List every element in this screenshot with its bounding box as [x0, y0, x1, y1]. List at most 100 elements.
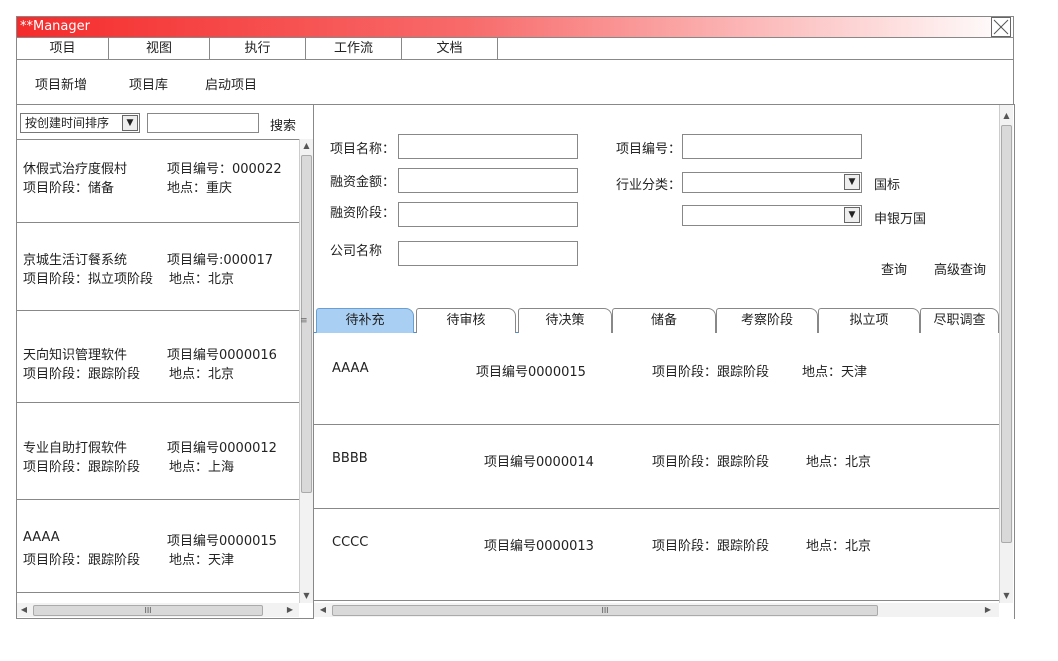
list-item[interactable]: 天向知识管理软件 项目编号0000016 项目阶段：跟踪阶段 地点：北京	[17, 311, 299, 403]
item-location: 地点：重庆	[167, 181, 233, 196]
scroll-down-icon[interactable]: ▼	[300, 589, 313, 603]
menu-project[interactable]: 项目	[17, 38, 109, 59]
menu-document[interactable]: 文档	[402, 38, 498, 59]
tab-to-be-approved[interactable]: 拟立项	[818, 308, 920, 333]
item-code: 项目编号0000012	[167, 441, 277, 456]
sort-select[interactable]: 按创建时间排序 ▼	[20, 113, 140, 133]
item-stage: 项目阶段：跟踪阶段	[23, 460, 141, 475]
item-location: 地点：北京	[169, 272, 235, 287]
sort-select-value: 按创建时间排序	[25, 116, 110, 130]
row-stage: 项目阶段：跟踪阶段	[652, 365, 770, 380]
table-row[interactable]: BBBB 项目编号0000014 项目阶段：跟踪阶段 地点：北京	[314, 425, 999, 509]
scroll-up-icon[interactable]: ▲	[300, 139, 313, 153]
item-location: 地点：北京	[169, 367, 235, 382]
scroll-down-icon[interactable]: ▼	[1000, 589, 1013, 603]
advanced-query-button[interactable]: 高级查询	[934, 259, 986, 278]
project-library-button[interactable]: 项目库	[129, 74, 168, 93]
stage-standard-label: 申银万国	[874, 212, 927, 227]
stage-input[interactable]	[398, 202, 578, 227]
industry-standard-label: 国标	[874, 178, 901, 193]
table-row[interactable]: CCCC 项目编号0000013 项目阶段：跟踪阶段 地点：北京	[314, 509, 999, 601]
search-button[interactable]: 搜索	[270, 115, 296, 134]
row-stage: 项目阶段：跟踪阶段	[652, 455, 770, 470]
row-code: 项目编号0000014	[484, 455, 594, 470]
tab-reserve[interactable]: 储备	[612, 308, 716, 333]
tab-strip: 待补充 待审核 待决策 储备 考察阶段 拟立项 尽职调查	[314, 305, 999, 333]
left-horizontal-scrollbar[interactable]: ◀ III ▶	[17, 603, 299, 617]
row-name: AAAA	[332, 361, 369, 376]
table-row[interactable]: AAAA 项目编号0000015 项目阶段：跟踪阶段 地点：天津	[314, 333, 999, 425]
item-name: 京城生活订餐系统	[23, 253, 128, 268]
splitter-grip-icon[interactable]: ≡	[300, 316, 308, 326]
industry-label: 行业分类：	[616, 178, 682, 193]
scroll-thumb[interactable]	[1001, 125, 1012, 543]
stage-label: 融资阶段：	[330, 206, 396, 221]
project-list-pane: 按创建时间排序 ▼ 搜索 休假式治疗度假村 项目编号：000022 项目阶段：储…	[16, 104, 314, 619]
row-location: 地点：北京	[806, 455, 872, 470]
add-project-button[interactable]: 项目新增	[35, 74, 87, 93]
list-item[interactable]: 京城生活订餐系统 项目编号:000017 项目阶段：拟立项阶段 地点：北京	[17, 223, 299, 311]
menu-view[interactable]: 视图	[109, 38, 210, 59]
tab-pending-decision[interactable]: 待决策	[518, 308, 612, 333]
project-code-label: 项目编号：	[616, 142, 682, 157]
item-name: 天向知识管理软件	[23, 348, 128, 363]
close-icon	[993, 19, 1009, 35]
project-code-input[interactable]	[682, 134, 862, 159]
company-input[interactable]	[398, 241, 578, 266]
item-stage: 项目阶段：储备	[23, 181, 115, 196]
list-item[interactable]: 休假式治疗度假村 项目编号：000022 项目阶段：储备 地点：重庆	[17, 140, 299, 223]
item-stage: 项目阶段：拟立项阶段	[23, 272, 154, 287]
tab-pending-supplement[interactable]: 待补充	[316, 308, 414, 333]
menu-workflow[interactable]: 工作流	[306, 38, 402, 59]
tab-pending-review[interactable]: 待审核	[416, 308, 516, 333]
item-name: 休假式治疗度假村	[23, 162, 128, 177]
list-item[interactable]: AAAA 项目编号0000015 项目阶段：跟踪阶段 地点：天津	[17, 500, 299, 593]
scroll-thumb-horizontal[interactable]: III	[33, 605, 263, 616]
company-label: 公司名称	[330, 244, 383, 259]
list-item[interactable]: 专业自助打假软件 项目编号0000012 项目阶段：跟踪阶段 地点：上海	[17, 403, 299, 500]
left-vertical-scrollbar[interactable]: ▲ ▼	[299, 139, 313, 603]
project-name-input[interactable]	[398, 134, 578, 159]
row-code: 项目编号0000015	[476, 365, 586, 380]
project-name-label: 项目名称：	[330, 142, 396, 157]
tab-due-diligence[interactable]: 尽职调查	[920, 308, 999, 333]
item-code: 项目编号0000016	[167, 348, 277, 363]
item-location: 地点：天津	[169, 553, 235, 568]
industry-select[interactable]: ▼	[682, 172, 862, 193]
scroll-left-icon[interactable]: ◀	[19, 603, 29, 617]
chevron-down-icon[interactable]: ▼	[122, 115, 138, 131]
start-project-button[interactable]: 启动项目	[205, 74, 257, 93]
detail-pane: 项目名称： 项目编号： 融资金额： 行业分类： ▼ 国标 融资阶段： ▼ 申银万…	[314, 104, 1015, 619]
scroll-up-icon[interactable]: ▲	[1000, 109, 1013, 123]
row-location: 地点：北京	[806, 539, 872, 554]
scroll-right-icon[interactable]: ▶	[983, 603, 993, 617]
tab-inspection[interactable]: 考察阶段	[716, 308, 818, 333]
menu-bar: 项目 视图 执行 工作流 文档	[16, 38, 1014, 60]
item-code: 项目编号：000022	[167, 162, 282, 177]
item-name: 专业自助打假软件	[23, 441, 128, 456]
search-input[interactable]	[147, 113, 259, 133]
row-code: 项目编号0000013	[484, 539, 594, 554]
right-horizontal-scrollbar[interactable]: ◀ III ▶	[314, 603, 999, 617]
amount-input[interactable]	[398, 168, 578, 193]
row-stage: 项目阶段：跟踪阶段	[652, 539, 770, 554]
right-vertical-scrollbar[interactable]: ▲ ▼	[999, 105, 1013, 603]
scroll-right-icon[interactable]: ▶	[285, 603, 295, 617]
scroll-thumb-horizontal[interactable]: III	[332, 605, 878, 616]
item-code: 项目编号0000015	[167, 534, 277, 549]
row-name: CCCC	[332, 535, 369, 550]
item-location: 地点：上海	[169, 460, 235, 475]
menu-execute[interactable]: 执行	[210, 38, 306, 59]
item-stage: 项目阶段：跟踪阶段	[23, 367, 141, 382]
scroll-left-icon[interactable]: ◀	[318, 603, 328, 617]
chevron-down-icon[interactable]: ▼	[844, 207, 860, 223]
window-title: **Manager	[20, 19, 90, 34]
title-bar: **Manager	[16, 16, 1014, 38]
close-button[interactable]	[991, 17, 1011, 37]
stage-select[interactable]: ▼	[682, 205, 862, 226]
item-stage: 项目阶段：跟踪阶段	[23, 553, 141, 568]
amount-label: 融资金额：	[330, 175, 396, 190]
chevron-down-icon[interactable]: ▼	[844, 174, 860, 190]
row-name: BBBB	[332, 451, 368, 466]
query-button[interactable]: 查询	[881, 259, 907, 278]
